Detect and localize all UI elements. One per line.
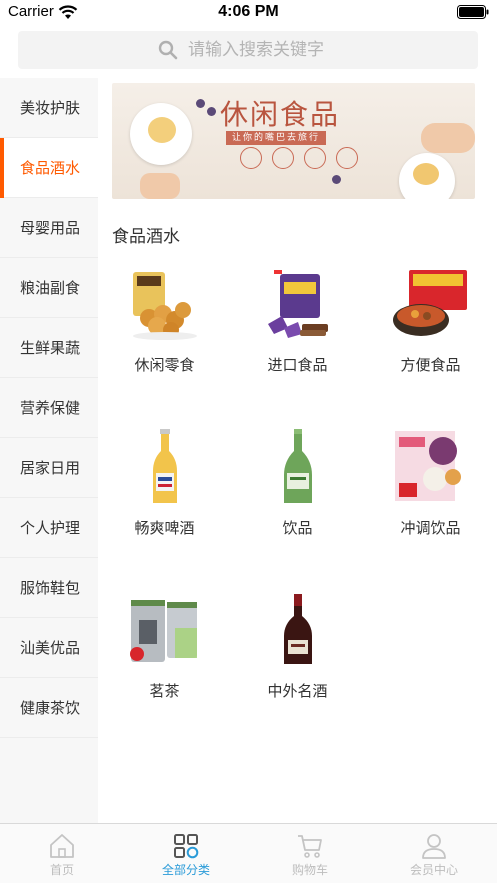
sidebar-item[interactable]: 粮油副食 bbox=[0, 258, 98, 318]
sidebar-item-label: 粮油副食 bbox=[20, 279, 81, 297]
subcategory-item[interactable]: 方便食品 bbox=[364, 258, 497, 408]
sidebar-item-label: 生鲜果蔬 bbox=[20, 339, 81, 357]
instant-noodle-image bbox=[393, 270, 467, 336]
subcategory-item[interactable]: 茗茶 bbox=[98, 584, 231, 734]
subcategory-label: 休闲零食 bbox=[134, 356, 195, 374]
imported-chocolate-image bbox=[268, 270, 328, 338]
banner-slogan: 让你的嘴巴去旅行 bbox=[226, 131, 327, 145]
subcategory-label: 畅爽啤酒 bbox=[134, 519, 195, 537]
badge-circle bbox=[304, 147, 326, 169]
status-bar: Carrier 4:06 PM bbox=[0, 0, 497, 26]
tab-all-categories[interactable]: 全部分类 bbox=[124, 824, 248, 883]
search-input[interactable] bbox=[188, 40, 338, 60]
subcategory-item[interactable]: 饮品 bbox=[231, 421, 364, 571]
tab-label: 会员中心 bbox=[409, 863, 458, 877]
subcategory-item[interactable]: 中外名酒 bbox=[231, 584, 364, 734]
berry-image bbox=[332, 175, 341, 184]
subcategory-label: 中外名酒 bbox=[267, 682, 328, 700]
sidebar-item-label: 个人护理 bbox=[20, 519, 81, 537]
cart-icon bbox=[298, 835, 322, 858]
sidebar-item[interactable]: 健康茶饮 bbox=[0, 678, 98, 738]
dessert-plate-image bbox=[130, 103, 192, 165]
dessert-plate-image bbox=[399, 153, 455, 199]
sidebar-item-label: 健康茶饮 bbox=[20, 699, 81, 717]
sidebar-item[interactable]: 居家日用 bbox=[0, 438, 98, 498]
tab-label: 购物车 bbox=[291, 863, 328, 877]
search-icon bbox=[158, 40, 178, 60]
sidebar-item[interactable]: 生鲜果蔬 bbox=[0, 318, 98, 378]
bottom-tab-bar: 首页 全部分类 购物车 会员中心 bbox=[0, 823, 497, 883]
sidebar-item-label: 汕美优品 bbox=[20, 639, 81, 657]
badge-circle bbox=[272, 147, 294, 169]
sparkling-water-image bbox=[284, 429, 312, 503]
tab-label: 全部分类 bbox=[161, 863, 210, 877]
tab-home[interactable]: 首页 bbox=[0, 824, 124, 883]
tea-tin-image bbox=[130, 600, 197, 662]
sidebar-item-label: 母婴用品 bbox=[20, 219, 81, 237]
cognac-bottle-image bbox=[284, 594, 312, 664]
beer-bottle-image bbox=[153, 429, 177, 503]
subcategory-item[interactable]: 畅爽啤酒 bbox=[98, 421, 231, 571]
section-title: 食品酒水 bbox=[112, 227, 180, 247]
snack-image bbox=[133, 272, 197, 340]
subcategory-item[interactable]: 冲调饮品 bbox=[364, 421, 497, 571]
sidebar-item[interactable]: 母婴用品 bbox=[0, 198, 98, 258]
sidebar-item[interactable]: 服饰鞋包 bbox=[0, 558, 98, 618]
subcategory-label: 方便食品 bbox=[400, 356, 461, 374]
search-bar[interactable] bbox=[18, 31, 478, 69]
subcategory-item[interactable]: 进口食品 bbox=[231, 258, 364, 408]
promo-banner[interactable]: 休闲食品 让你的嘴巴去旅行 bbox=[112, 83, 475, 199]
subcategory-item[interactable]: 休闲零食 bbox=[98, 258, 231, 408]
sidebar-item-label: 美妆护肤 bbox=[20, 99, 81, 117]
sidebar-item[interactable]: 个人护理 bbox=[0, 498, 98, 558]
sidebar-item-label: 营养保健 bbox=[20, 399, 81, 417]
sidebar-item[interactable]: 营养保健 bbox=[0, 378, 98, 438]
tab-cart[interactable]: 购物车 bbox=[248, 824, 372, 883]
berry-image bbox=[196, 99, 205, 108]
sidebar-item-label: 服饰鞋包 bbox=[20, 579, 81, 597]
category-grid-icon bbox=[174, 834, 199, 859]
hand-image bbox=[140, 173, 180, 199]
clock: 4:06 PM bbox=[218, 3, 279, 20]
user-icon bbox=[422, 834, 446, 859]
sidebar-item-label: 食品酒水 bbox=[20, 159, 81, 177]
badge-circle bbox=[240, 147, 262, 169]
subcategory-label: 冲调饮品 bbox=[400, 519, 461, 537]
sidebar-item-label: 居家日用 bbox=[20, 459, 81, 477]
home-icon bbox=[50, 834, 74, 858]
banner-badges bbox=[240, 147, 358, 169]
drink-mix-image bbox=[395, 431, 461, 501]
hand-image bbox=[421, 123, 475, 153]
subcategory-label: 茗茶 bbox=[149, 682, 180, 700]
sidebar-item[interactable]: 汕美优品 bbox=[0, 618, 98, 678]
subcategory-label: 饮品 bbox=[282, 519, 313, 537]
badge-circle bbox=[336, 147, 358, 169]
tab-member-center[interactable]: 会员中心 bbox=[372, 824, 496, 883]
category-sidebar: 美妆护肤食品酒水母婴用品粮油副食生鲜果蔬营养保健居家日用个人护理服饰鞋包汕美优品… bbox=[0, 78, 98, 823]
tab-label: 首页 bbox=[49, 863, 74, 877]
category-content: 休闲食品 让你的嘴巴去旅行 食品酒水 休闲零食 进口食品 方便食品 畅爽啤酒 饮… bbox=[98, 78, 497, 823]
berry-image bbox=[207, 107, 216, 116]
battery-icon bbox=[457, 5, 489, 19]
subcategory-label: 进口食品 bbox=[267, 356, 328, 374]
sidebar-item[interactable]: 美妆护肤 bbox=[0, 78, 98, 138]
sidebar-item[interactable]: 食品酒水 bbox=[0, 138, 98, 198]
banner-title: 休闲食品 bbox=[220, 98, 341, 131]
